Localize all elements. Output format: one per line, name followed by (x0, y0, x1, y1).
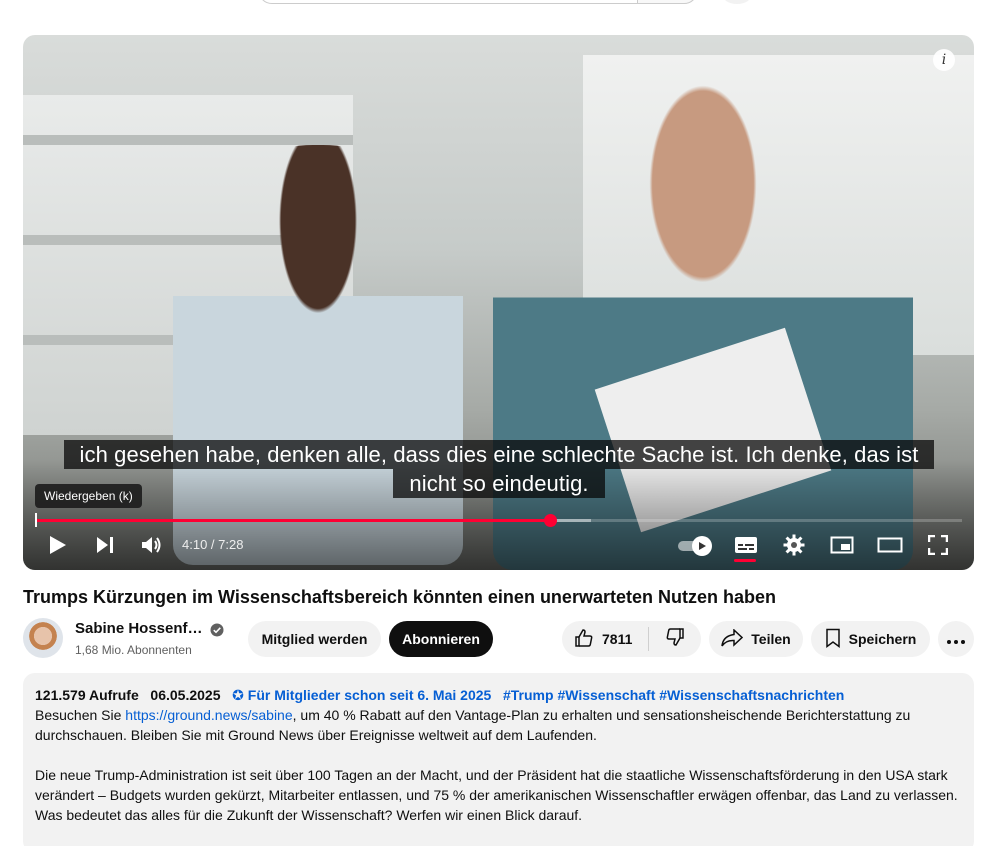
miniplayer-icon[interactable] (824, 525, 860, 565)
more-horizontal-icon (947, 631, 965, 647)
dislike-button[interactable] (649, 621, 701, 657)
members-first-note[interactable]: ✪ Für Mitglieder schon seit 6. Mai 2025 (232, 687, 491, 703)
share-label: Teilen (751, 631, 791, 647)
share-button[interactable]: Teilen (709, 621, 803, 657)
theater-mode-icon[interactable] (872, 525, 908, 565)
video-description[interactable]: 121.579 Aufrufe 06.05.2025 ✪ Für Mitglie… (23, 673, 974, 846)
caption-line: ich gesehen habe, denken alle, dass dies… (63, 440, 935, 469)
thumbs-down-icon (665, 627, 685, 652)
like-button[interactable]: 7811 (562, 621, 648, 657)
play-icon[interactable] (40, 525, 76, 565)
search-button[interactable] (637, 0, 698, 4)
join-button[interactable]: Mitglied werden (248, 621, 381, 657)
video-title: Trumps Kürzungen im Wissenschaftsbereich… (23, 587, 776, 607)
autoplay-toggle[interactable] (676, 535, 714, 556)
progress-bar[interactable] (35, 513, 962, 527)
subscribe-button[interactable]: Abonnieren (389, 621, 493, 657)
next-icon[interactable] (87, 525, 123, 565)
description-meta: 121.579 Aufrufe 06.05.2025 ✪ Für Mitglie… (35, 685, 962, 705)
more-actions-button[interactable] (938, 621, 974, 657)
thumbs-up-icon (574, 628, 594, 651)
info-icon[interactable]: i (933, 49, 955, 71)
description-paragraph: Besuchen Sie https://ground.news/sabine,… (35, 707, 911, 743)
progress-played (35, 519, 551, 522)
channel-avatar[interactable] (23, 618, 63, 658)
caption-line: nicht so eindeutig. (393, 469, 605, 498)
subtitles-active-indicator (734, 559, 756, 562)
like-count: 7811 (602, 631, 633, 647)
autoplay-play-icon (692, 536, 712, 556)
hashtag[interactable]: #Wissenschaft (557, 687, 655, 703)
save-button[interactable]: Speichern (811, 621, 930, 657)
play-tooltip: Wiedergeben (k) (35, 484, 142, 508)
fullscreen-icon[interactable] (920, 525, 956, 565)
channel-name[interactable]: Sabine Hossenf… (75, 620, 203, 637)
like-dislike-group: 7811 (562, 621, 701, 657)
time-display: 4:10 / 7:28 (182, 537, 244, 552)
hashtag[interactable]: #Trump (503, 687, 554, 703)
save-label: Speichern (848, 631, 917, 647)
player-controls: 4:10 / 7:28 (23, 525, 974, 565)
ground-news-link[interactable]: https://ground.news/sabine (125, 707, 292, 723)
captions: ich gesehen habe, denken alle, dass dies… (42, 440, 956, 498)
share-icon (721, 627, 744, 650)
settings-icon[interactable] (776, 525, 812, 565)
hashtag[interactable]: #Wissenschaftsnachrichten (659, 687, 844, 703)
verified-badge-icon (210, 623, 224, 637)
upload-date: 06.05.2025 (150, 687, 221, 703)
description-paragraph: Die neue Trump-Administration ist seit ü… (35, 767, 958, 823)
voice-search-button[interactable] (722, 0, 752, 4)
video-player[interactable]: i ich gesehen habe, denken alle, dass di… (23, 35, 974, 570)
top-header (0, 0, 985, 30)
bookmark-icon (825, 628, 841, 651)
volume-icon[interactable] (134, 525, 170, 565)
search-input[interactable] (258, 0, 698, 4)
view-count: 121.579 Aufrufe (35, 687, 139, 703)
subscriber-count: 1,68 Mio. Abonnenten (75, 643, 192, 657)
